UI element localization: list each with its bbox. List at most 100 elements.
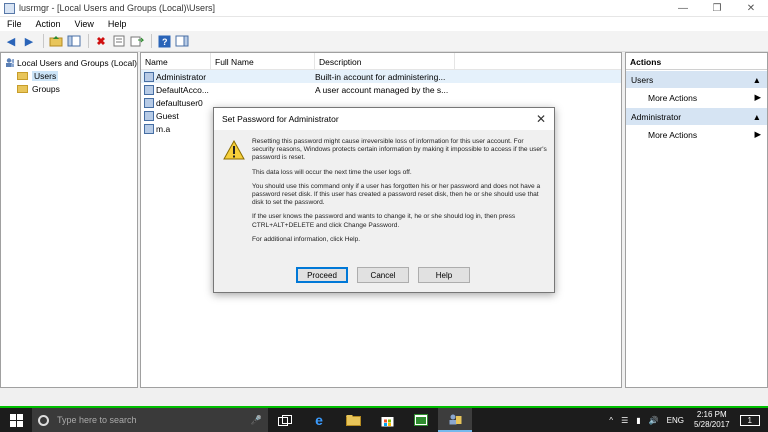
window-title: lusrmgr - [Local Users and Groups (Local… [19,3,216,13]
cortana-icon [38,414,49,426]
windows-logo-icon [9,413,23,427]
dialog-title-bar: Set Password for Administrator ✕ [214,108,554,130]
tree-node-root[interactable]: Local Users and Groups (Local) [1,56,137,69]
actions-section-label: Administrator [631,111,682,122]
microphone-icon[interactable]: 🎤 [251,415,262,426]
close-button[interactable]: ✕ [734,0,768,17]
cancel-button[interactable]: Cancel [357,267,409,283]
proceed-button[interactable]: Proceed [296,267,348,283]
edge-browser-icon[interactable]: e [302,408,336,432]
more-actions-users[interactable]: More Actions ▶ [626,88,767,107]
more-actions-label: More Actions [648,92,698,103]
action-pane-icon[interactable] [174,33,190,49]
dialog-body: Resetting this password might cause irre… [214,130,554,292]
menu-help[interactable]: Help [101,19,134,29]
clock[interactable]: 2:16 PM 5/28/2017 [694,410,730,430]
dialog-paragraph: If the user knows the password and wants… [252,213,516,229]
terminal-app-icon[interactable] [404,408,438,432]
tray-chevron-up-icon[interactable]: ^ [609,416,613,425]
dialog-message: Resetting this password might cause irre… [252,138,548,250]
collapse-up-icon[interactable]: ▲ [753,112,761,122]
tree-node-groups[interactable]: Groups [1,82,137,95]
export-list-icon[interactable] [129,33,145,49]
tree-pane: Local Users and Groups (Local) Users Gro… [0,52,138,388]
set-password-dialog: Set Password for Administrator ✕ Resetti… [213,107,555,293]
store-icon[interactable] [370,408,404,432]
warning-icon [223,140,245,160]
cell-name: defaultuser0 [156,97,203,108]
table-row[interactable]: DefaultAcco... A user account managed by… [141,83,621,96]
actions-section-label: Users [631,74,654,85]
taskbar: Type here to search 🎤 e ^ ☰ ▮ 🔊 ENG 2:16… [0,406,768,432]
toolbar-separator [43,34,44,48]
start-button[interactable] [0,408,32,432]
show-hide-tree-icon[interactable] [66,33,82,49]
dialog-title: Set Password for Administrator [222,114,339,124]
help-icon[interactable]: ? [156,33,172,49]
volume-icon[interactable]: 🔊 [649,416,659,425]
toolbar: ◀ ▶ ✖ ? [0,31,768,52]
help-button[interactable]: Help [418,267,470,283]
actions-pane: Actions Users ▲ More Actions ▶ Administr… [625,52,768,388]
delete-icon[interactable]: ✖ [93,33,109,49]
dialog-paragraph: This data loss will occur the next time … [252,168,412,176]
window-controls: — ❐ ✕ [666,0,768,17]
taskbar-search-box[interactable]: Type here to search 🎤 [32,408,268,432]
back-arrow-icon[interactable]: ◀ [3,33,19,49]
menu-bar: File Action View Help [0,17,768,31]
collapse-up-icon[interactable]: ▲ [753,75,761,85]
clock-time: 2:16 PM [696,410,727,419]
column-header-name[interactable]: Name [141,53,211,69]
user-icon [144,110,154,121]
properties-icon[interactable] [111,33,127,49]
menu-action[interactable]: Action [29,19,68,29]
lusrmgr-taskbar-icon[interactable] [438,408,472,432]
app-icon [4,2,15,14]
toolbar-separator [88,34,89,48]
minimize-button[interactable]: — [666,0,700,17]
notification-count: 1 [747,415,752,425]
actions-title: Actions [626,53,767,70]
dialog-paragraph: You should use this command only if a us… [252,182,541,207]
title-bar: lusrmgr - [Local Users and Groups (Local… [0,0,768,17]
menu-view[interactable]: View [68,19,101,29]
dialog-close-button[interactable]: ✕ [536,112,546,126]
toolbar-separator [151,34,152,48]
menu-file[interactable]: File [0,19,29,29]
cell-name: DefaultAcco... [156,84,209,95]
network-icon[interactable]: ☰ [621,416,628,425]
forward-arrow-icon[interactable]: ▶ [21,33,37,49]
chevron-right-icon: ▶ [754,92,761,102]
cell-description: Built-in account for administering... [315,71,446,82]
maximize-button[interactable]: ❐ [700,0,734,17]
tree-label-root: Local Users and Groups (Local) [16,57,137,68]
actions-section-users[interactable]: Users ▲ [626,71,767,88]
clock-date: 5/28/2017 [693,420,730,429]
table-row[interactable]: Administrator Built-in account for admin… [141,70,621,83]
column-header-full-name[interactable]: Full Name [211,53,315,69]
battery-icon[interactable]: ▮ [636,416,640,425]
file-explorer-icon[interactable] [336,408,370,432]
svg-text:?: ? [162,37,168,47]
column-header-description[interactable]: Description [315,53,455,69]
chevron-right-icon: ▶ [754,129,761,139]
more-actions-administrator[interactable]: More Actions ▶ [626,125,767,144]
tree-node-users[interactable]: Users [1,69,137,82]
cell-description: A user account managed by the s... [315,84,449,95]
dialog-paragraph: For additional information, click Help. [252,235,361,243]
actions-section-administrator[interactable]: Administrator ▲ [626,108,767,125]
language-indicator[interactable]: ENG [667,416,684,425]
user-icon [144,84,154,95]
notification-icon[interactable]: 1 [739,414,760,426]
more-actions-label: More Actions [648,129,698,140]
folder-icon [17,71,28,80]
user-icon [144,97,154,108]
system-tray: ^ ☰ ▮ 🔊 ENG 2:16 PM 5/28/2017 1 [605,408,768,432]
search-placeholder: Type here to search [57,415,137,425]
users-groups-icon [6,58,14,67]
cell-name: m.a [156,123,171,134]
user-icon [144,71,154,82]
task-view-icon[interactable] [268,408,302,432]
folder-icon [17,84,28,93]
up-folder-icon[interactable] [48,33,64,49]
